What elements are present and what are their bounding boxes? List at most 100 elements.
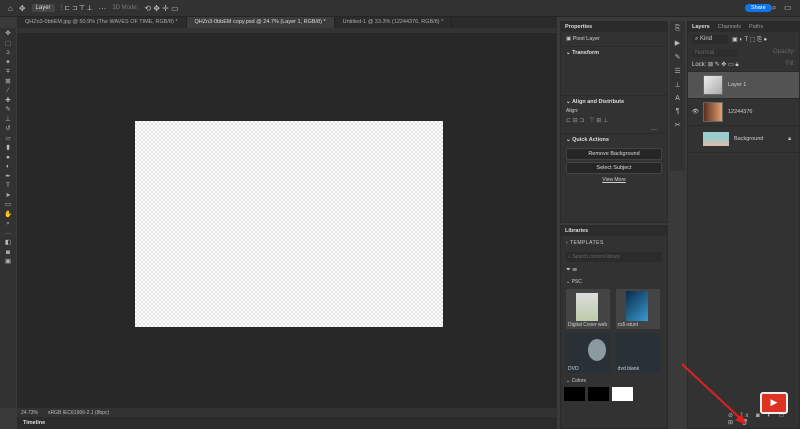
path-select-icon[interactable]: ➤: [5, 192, 10, 201]
zoom-icon[interactable]: ⌕: [6, 220, 10, 229]
layer-row[interactable]: Background 🔒︎: [688, 126, 799, 153]
library-breadcrumb[interactable]: TEMPLATES: [570, 240, 604, 246]
tab-channels[interactable]: Channels: [718, 24, 741, 30]
layer-row[interactable]: Layer 1: [688, 72, 799, 99]
hand-icon[interactable]: ✋: [4, 211, 12, 220]
search-icon[interactable]: ⌕: [772, 3, 776, 13]
libraries-title[interactable]: Libraries: [565, 228, 588, 234]
align-icons[interactable]: ⫶ ⊏ ⊐ ⊤ ⊥: [61, 3, 93, 13]
library-item[interactable]: cs5-stunt: [615, 289, 660, 329]
visibility-eye-icon[interactable]: 👁︎: [692, 109, 699, 115]
dodge-icon[interactable]: ◐: [6, 163, 10, 172]
item-label: dvd blank: [617, 366, 640, 372]
color-swatch[interactable]: [564, 387, 585, 401]
color-swatches-icon[interactable]: ◧: [5, 239, 11, 248]
tools-icon[interactable]: ✂: [675, 121, 681, 129]
history-icon[interactable]: ⎘: [675, 25, 681, 33]
transform-section[interactable]: ⌄ Transform: [561, 46, 667, 59]
type-icon[interactable]: T: [6, 182, 10, 191]
gradient-icon[interactable]: ▮: [6, 144, 10, 153]
brush-icon[interactable]: ✎: [5, 106, 10, 115]
select-subject-button[interactable]: Select Subject: [566, 162, 662, 174]
paragraph-icon[interactable]: ¶: [676, 108, 680, 115]
healing-icon[interactable]: ✚: [5, 97, 10, 106]
color-profile[interactable]: sRGB IEC61966-2.1 (8bpc): [48, 410, 109, 416]
color-swatch[interactable]: [612, 387, 633, 401]
more-tools-icon[interactable]: ···: [5, 230, 12, 239]
filter-icon[interactable]: ⏷ ☰: [561, 264, 667, 277]
tab-doc-1[interactable]: QHZn3-0bbEM.jpg @ 50.9% (The WAVES OF TI…: [17, 17, 187, 28]
eraser-icon[interactable]: ▱: [6, 135, 11, 144]
stamp-icon[interactable]: ⊥: [5, 116, 11, 125]
history-brush-icon[interactable]: ↺: [5, 125, 10, 134]
item-label: Digital Cover web: [568, 322, 608, 328]
home-icon[interactable]: ⌂: [8, 4, 13, 13]
options-bar: ⌂ ✥ Layer ⫶ ⊏ ⊐ ⊤ ⊥ ··· 3D Mode: ⟲ ✥ ✛ ▭…: [0, 0, 800, 17]
library-item[interactable]: dvd blank: [615, 333, 660, 373]
library-item[interactable]: Digital Cover web: [566, 289, 610, 329]
layer-name[interactable]: Layer 1: [728, 82, 746, 88]
blur-icon[interactable]: ●: [6, 154, 10, 163]
share-button[interactable]: Share: [745, 4, 772, 12]
timeline-panel[interactable]: Timeline: [17, 417, 557, 429]
brush-settings-icon[interactable]: ✎: [675, 53, 681, 61]
fill-label[interactable]: Fill:: [786, 61, 795, 69]
frame-tool-icon[interactable]: ⊠: [5, 78, 10, 87]
lock-icon[interactable]: 🔒︎: [788, 136, 791, 143]
layer-name[interactable]: 12244376: [728, 109, 752, 115]
layer-row[interactable]: 👁︎ 12244376: [688, 99, 799, 126]
align-section[interactable]: ⌄ Align and Distribute: [561, 95, 667, 108]
layer-filter-dropdown[interactable]: ⌕ Kind: [692, 35, 728, 44]
crop-tool-icon[interactable]: ⌗: [6, 68, 10, 77]
remove-background-button[interactable]: Remove Background: [566, 148, 662, 160]
tab-paths[interactable]: Paths: [749, 24, 763, 30]
colors-label[interactable]: Colors: [572, 378, 586, 384]
panel-icon-strip: ⎘ ▶ ✎ ☰ ⊥ A ¶ ✂: [670, 21, 685, 171]
zoom-level[interactable]: 24.73%: [21, 410, 38, 416]
align-buttons[interactable]: ⊏ ⊟ ⊐ ⊤ ⊞ ⊥: [561, 114, 667, 127]
3d-tools-icons[interactable]: ⟲ ✥ ✛ ▭: [144, 4, 178, 13]
move-tool-icon[interactable]: ✥: [5, 30, 10, 39]
character-icon[interactable]: A: [675, 95, 680, 102]
annotation-arrow: [681, 363, 746, 425]
quick-mask-icon[interactable]: ◙: [6, 249, 10, 258]
layer-name[interactable]: Background: [734, 136, 763, 142]
lock-icons[interactable]: ⊠ ✎ ✥ ▭ 🔒︎: [708, 62, 739, 68]
adjustments-icon[interactable]: ☰: [674, 67, 680, 75]
align-label: Align and Distribute: [571, 99, 625, 105]
lock-label: Lock:: [692, 62, 707, 68]
actions-play-icon[interactable]: ▶: [675, 39, 680, 47]
pen-icon[interactable]: ✒: [5, 173, 10, 182]
tab-doc-2[interactable]: QHZn3-0bbEM copy.psd @ 24.7% (Layer 1, R…: [186, 17, 335, 28]
opacity-label[interactable]: Opacity:: [773, 49, 795, 57]
layer-thumbnail: [703, 102, 723, 122]
library-item[interactable]: DVD: [566, 333, 610, 373]
quick-actions-section[interactable]: ⌄ Quick Actions: [561, 133, 667, 146]
more-icon[interactable]: ···: [98, 4, 106, 13]
filter-icons[interactable]: ▣ ◐ T ⬚ ⎘ ●: [732, 36, 767, 44]
shape-icon[interactable]: ▭: [5, 201, 11, 210]
document-canvas[interactable]: [135, 121, 443, 327]
lasso-tool-icon[interactable]: ↄ: [6, 49, 9, 58]
blend-mode-dropdown[interactable]: Normal: [692, 49, 737, 57]
screen-mode-icon[interactable]: ▣: [5, 258, 11, 267]
tab-layers[interactable]: Layers: [692, 24, 710, 30]
properties-title[interactable]: Properties: [565, 24, 592, 30]
tab-doc-3[interactable]: Untitled-1 @ 33.3% (12244376, RGB/8) *: [335, 17, 453, 28]
view-more-link[interactable]: View More: [561, 177, 667, 183]
document-tabs: QHZn3-0bbEM.jpg @ 50.9% (The WAVES OF TI…: [17, 17, 557, 28]
marquee-tool-icon[interactable]: ⬚: [5, 40, 11, 49]
color-swatch[interactable]: [588, 387, 609, 401]
eyedropper-icon[interactable]: ⁄: [7, 87, 8, 96]
library-search-input[interactable]: Search current library: [572, 254, 620, 260]
magic-wand-icon[interactable]: ✦: [5, 59, 10, 68]
align-sublabel: Align:: [566, 108, 579, 114]
auto-select-dropdown[interactable]: Layer: [31, 4, 55, 12]
group-label[interactable]: PSC: [572, 279, 582, 285]
filter-value: Kind: [700, 36, 713, 42]
layer-thumbnail: [703, 132, 729, 146]
workspace-icon[interactable]: ▭: [784, 3, 792, 12]
ruler: [17, 28, 557, 33]
move-tool-icon[interactable]: ✥: [19, 4, 26, 13]
clone-source-icon[interactable]: ⊥: [674, 81, 680, 89]
